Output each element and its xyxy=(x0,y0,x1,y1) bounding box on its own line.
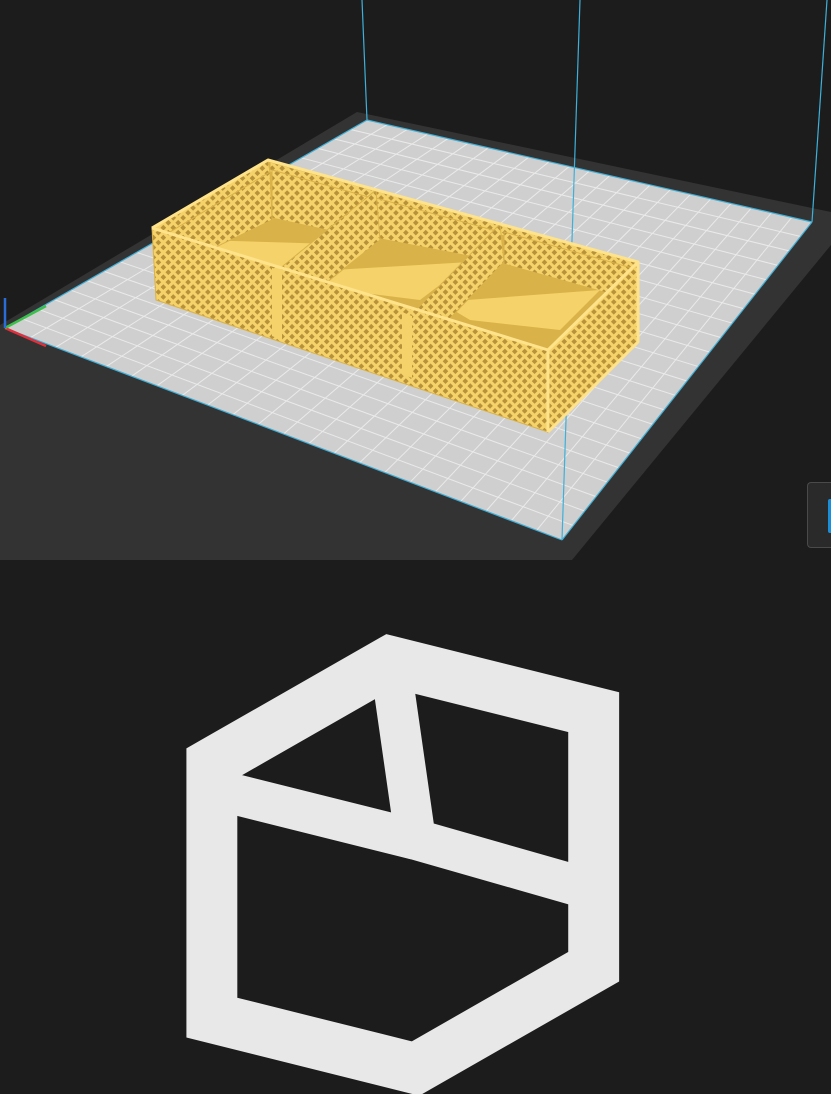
view-cube-icon xyxy=(186,634,620,1094)
3d-viewport[interactable] xyxy=(0,0,831,1094)
view-cube-button[interactable] xyxy=(0,534,620,1094)
scene-canvas[interactable] xyxy=(0,0,831,560)
side-panel-toggle[interactable] xyxy=(807,482,831,548)
